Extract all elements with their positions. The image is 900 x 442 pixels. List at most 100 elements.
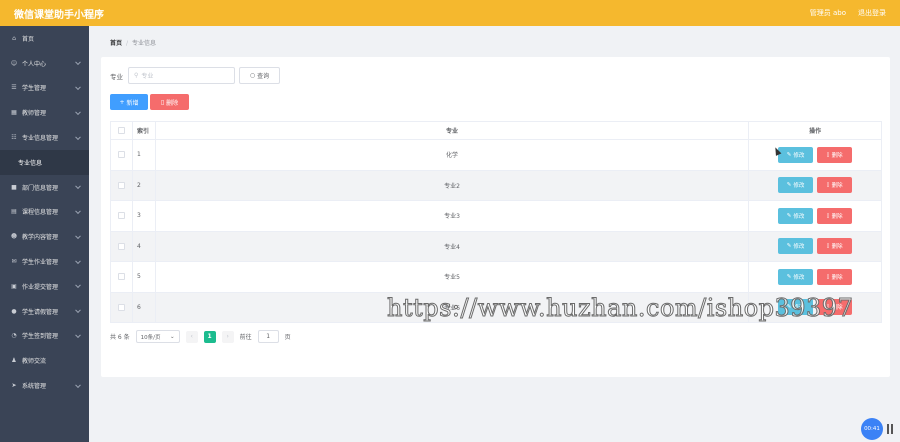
page-number-1[interactable]: 1 bbox=[203, 330, 216, 343]
trash-icon: ▯ bbox=[826, 243, 830, 250]
trash-icon: ▯ bbox=[160, 98, 165, 106]
logout-link[interactable]: 退出登录 bbox=[858, 8, 886, 18]
sidebar-item-label: 教学内容管理 bbox=[22, 234, 59, 242]
row-index: 3 bbox=[133, 201, 156, 231]
delete-button-label: 删除 bbox=[831, 183, 843, 190]
delete-button[interactable]: ▯ 删除 bbox=[817, 238, 853, 255]
sidebar-item-label: 学生签到管理 bbox=[22, 333, 59, 341]
chevron-down-icon bbox=[75, 84, 81, 91]
prev-page-button[interactable]: ‹ bbox=[185, 330, 198, 343]
delete-button[interactable]: ▯ 删除 bbox=[817, 207, 853, 224]
sidebar-item-0[interactable]: ⌂ 首页 bbox=[0, 26, 89, 51]
page-size-select[interactable]: 10条/页 ⌄ bbox=[135, 330, 180, 343]
breadcrumb-current: 专业信息 bbox=[132, 40, 157, 47]
header-user-area: 管理员 abo 退出登录 bbox=[810, 8, 886, 18]
search-input[interactable]: ⚲ 专业 bbox=[128, 67, 235, 84]
row-operations: ✎ 修改 ▯ 删除 bbox=[749, 262, 882, 292]
chevron-down-icon bbox=[75, 257, 81, 264]
folder-icon: ■ bbox=[11, 183, 17, 191]
delete-button-label: 删除 bbox=[831, 244, 843, 251]
row-operations: ✎ 修改 ▯ 删除 bbox=[749, 140, 882, 170]
search-form: 专业 ⚲ 专业 ○ 查询 bbox=[110, 67, 280, 84]
sidebar-item-10[interactable]: ▣ 作业提交管理 bbox=[0, 274, 89, 299]
sidebar-item-3[interactable]: ▦ 教师管理 bbox=[0, 100, 89, 125]
delete-button[interactable]: ▯ 删除 bbox=[817, 146, 853, 163]
pagination-total: 共 6 条 bbox=[110, 334, 130, 341]
chat-icon: ♟ bbox=[11, 357, 17, 365]
table-row: 1 化学 ✎ 修改 ▯ 删除 bbox=[111, 140, 882, 171]
table-row: 3 专业3 ✎ 修改 ▯ 删除 bbox=[111, 201, 882, 232]
app-title: 微信课堂助手小程序 bbox=[14, 9, 104, 21]
chevron-down-icon bbox=[75, 233, 81, 239]
apps-icon: ▣ bbox=[11, 282, 17, 290]
user-icon: ☺ bbox=[10, 59, 18, 67]
sidebar-item-8[interactable]: ☻ 教学内容管理 bbox=[0, 224, 89, 249]
sidebar-menu: ⌂ 首页 ☺ 个人中心 ☰ 学生管理 ▦ 教师管理 ☷ 专业信息管理 专业信息 ■ 部门信息管理 ▤ 课程信… bbox=[0, 26, 89, 442]
row-index: 6 bbox=[133, 292, 156, 322]
query-button-label: 查询 bbox=[257, 73, 270, 80]
sidebar-item-12[interactable]: ◔ 学生签到管理 bbox=[0, 324, 89, 349]
row-checkbox[interactable] bbox=[117, 181, 125, 189]
row-major: 专业3 bbox=[156, 201, 750, 231]
goto-page-input[interactable]: 1 bbox=[257, 330, 279, 343]
table-row: 2 专业2 ✎ 修改 ▯ 删除 bbox=[111, 170, 882, 201]
table-header-row: 索引 专业 操作 bbox=[111, 122, 882, 140]
edit-button[interactable]: ✎ 修改 bbox=[778, 207, 814, 224]
book-icon: ▤ bbox=[11, 208, 17, 216]
add-button[interactable]: + 新增 bbox=[110, 94, 148, 110]
row-operations: ✎ 修改 ▯ 删除 bbox=[749, 170, 882, 200]
edit-button[interactable]: ✎ 修改 bbox=[778, 177, 814, 194]
breadcrumb-home[interactable]: 首页 bbox=[110, 40, 122, 47]
page-size-value: 10条/页 bbox=[140, 334, 161, 341]
sidebar-item-2[interactable]: ☰ 学生管理 bbox=[0, 76, 89, 101]
row-checkbox[interactable] bbox=[117, 273, 125, 281]
sidebar-item-1[interactable]: ☺ 个人中心 bbox=[0, 51, 89, 76]
select-all-checkbox[interactable] bbox=[117, 127, 125, 134]
header-major: 专业 bbox=[156, 122, 750, 139]
chevron-down-icon bbox=[75, 133, 81, 140]
chevron-down-icon bbox=[75, 282, 81, 289]
query-button[interactable]: ○ 查询 bbox=[239, 67, 280, 84]
delete-button[interactable]: ▯ 删除 bbox=[817, 268, 853, 285]
top-header: 微信课堂助手小程序 管理员 abo 退出登录 bbox=[0, 0, 900, 26]
main-content: 首页 / 专业信息 专业 ⚲ 专业 ○ 查询 + 新增 ▯ 删除 索引 专业 操… bbox=[89, 26, 900, 442]
row-major: 化学 bbox=[156, 140, 750, 170]
admin-user-label[interactable]: 管理员 abo bbox=[810, 8, 846, 18]
row-checkbox[interactable] bbox=[117, 212, 125, 220]
sidebar-item-label: 作业提交管理 bbox=[22, 283, 59, 291]
sidebar-item-6[interactable]: ■ 部门信息管理 bbox=[0, 175, 89, 200]
edit-button[interactable]: ✎ 修改 bbox=[778, 146, 814, 163]
recording-timer[interactable]: 00:41 bbox=[861, 418, 883, 440]
row-checkbox[interactable] bbox=[117, 151, 125, 159]
sidebar-item-4[interactable]: ☷ 专业信息管理 bbox=[0, 125, 89, 150]
row-major: 专业2 bbox=[156, 170, 750, 200]
sidebar-item-label: 部门信息管理 bbox=[22, 184, 59, 192]
list-icon: ☰ bbox=[11, 84, 17, 92]
batch-delete-button[interactable]: ▯ 删除 bbox=[150, 94, 189, 110]
row-check-cell bbox=[111, 201, 133, 231]
sidebar-item-13[interactable]: ♟ 教师交流 bbox=[0, 348, 89, 373]
next-page-button[interactable]: › bbox=[221, 330, 234, 343]
sidebar-item-label: 首页 bbox=[22, 35, 35, 43]
delete-button-label: 删除 bbox=[831, 152, 843, 159]
trash-icon: ▯ bbox=[826, 212, 830, 219]
header-index: 索引 bbox=[133, 122, 156, 139]
edit-button-label: 修改 bbox=[793, 244, 805, 251]
edit-button[interactable]: ✎ 修改 bbox=[778, 238, 814, 255]
sidebar-item-14[interactable]: ➤ 系统管理 bbox=[0, 373, 89, 398]
sidebar-subitem-major-info[interactable]: 专业信息 bbox=[0, 149, 89, 175]
pause-icon[interactable] bbox=[887, 424, 895, 434]
sidebar-item-label: 学生管理 bbox=[22, 85, 47, 93]
edit-button[interactable]: ✎ 修改 bbox=[778, 268, 814, 285]
sidebar-item-11[interactable]: ● 学生请假管理 bbox=[0, 299, 89, 324]
sidebar-item-9[interactable]: ✉ 学生作业管理 bbox=[0, 249, 89, 274]
sidebar-item-7[interactable]: ▤ 课程信息管理 bbox=[0, 200, 89, 225]
row-index: 4 bbox=[133, 231, 156, 261]
edit-button-label: 修改 bbox=[793, 183, 805, 190]
chevron-down-icon bbox=[75, 59, 81, 66]
sort-icon: ☷ bbox=[11, 134, 17, 142]
delete-button[interactable]: ▯ 删除 bbox=[817, 177, 853, 194]
sidebar-item-label: 教师交流 bbox=[22, 358, 47, 366]
row-checkbox[interactable] bbox=[117, 242, 125, 250]
row-checkbox[interactable] bbox=[117, 303, 125, 311]
